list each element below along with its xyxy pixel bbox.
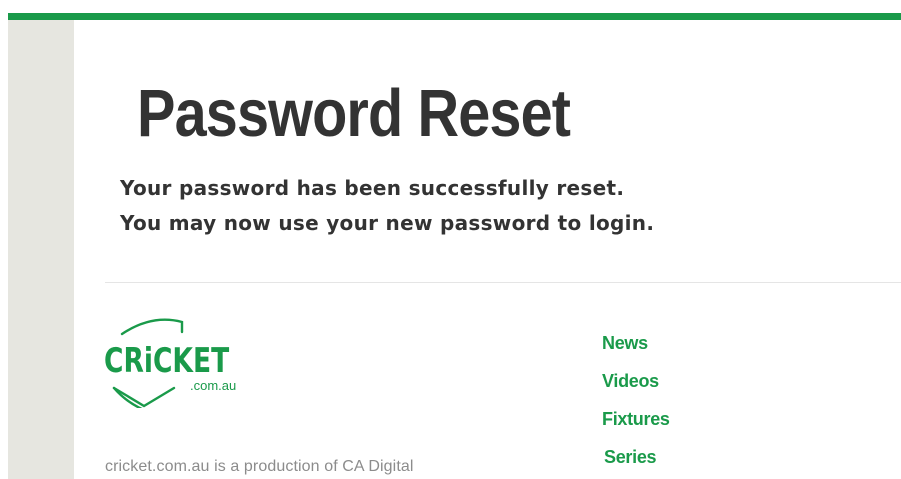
production-credit: cricket.com.au is a production of CA Dig… [105, 458, 414, 475]
message-line-1: Your password has been successfully rese… [120, 176, 625, 200]
footer-nav: News Videos Fixtures Series [602, 324, 670, 476]
left-side-rail [8, 20, 74, 479]
top-accent-bar [8, 13, 901, 20]
footer-link-series[interactable]: Series [604, 438, 670, 476]
cricket-logo[interactable]: CRiCKET .com.au [104, 318, 264, 408]
logo-sub-text: .com.au [190, 378, 236, 393]
message-line-2: You may now use your new password to log… [120, 211, 655, 235]
reset-confirmation-message: Your password has been successfully rese… [120, 171, 820, 241]
footer-link-news[interactable]: News [602, 324, 670, 362]
logo-main-text: CRiCKET [104, 342, 229, 381]
page-title: Password Reset [137, 76, 571, 151]
footer-divider [105, 282, 901, 283]
footer-link-videos[interactable]: Videos [602, 362, 670, 400]
footer-link-fixtures[interactable]: Fixtures [602, 400, 670, 438]
